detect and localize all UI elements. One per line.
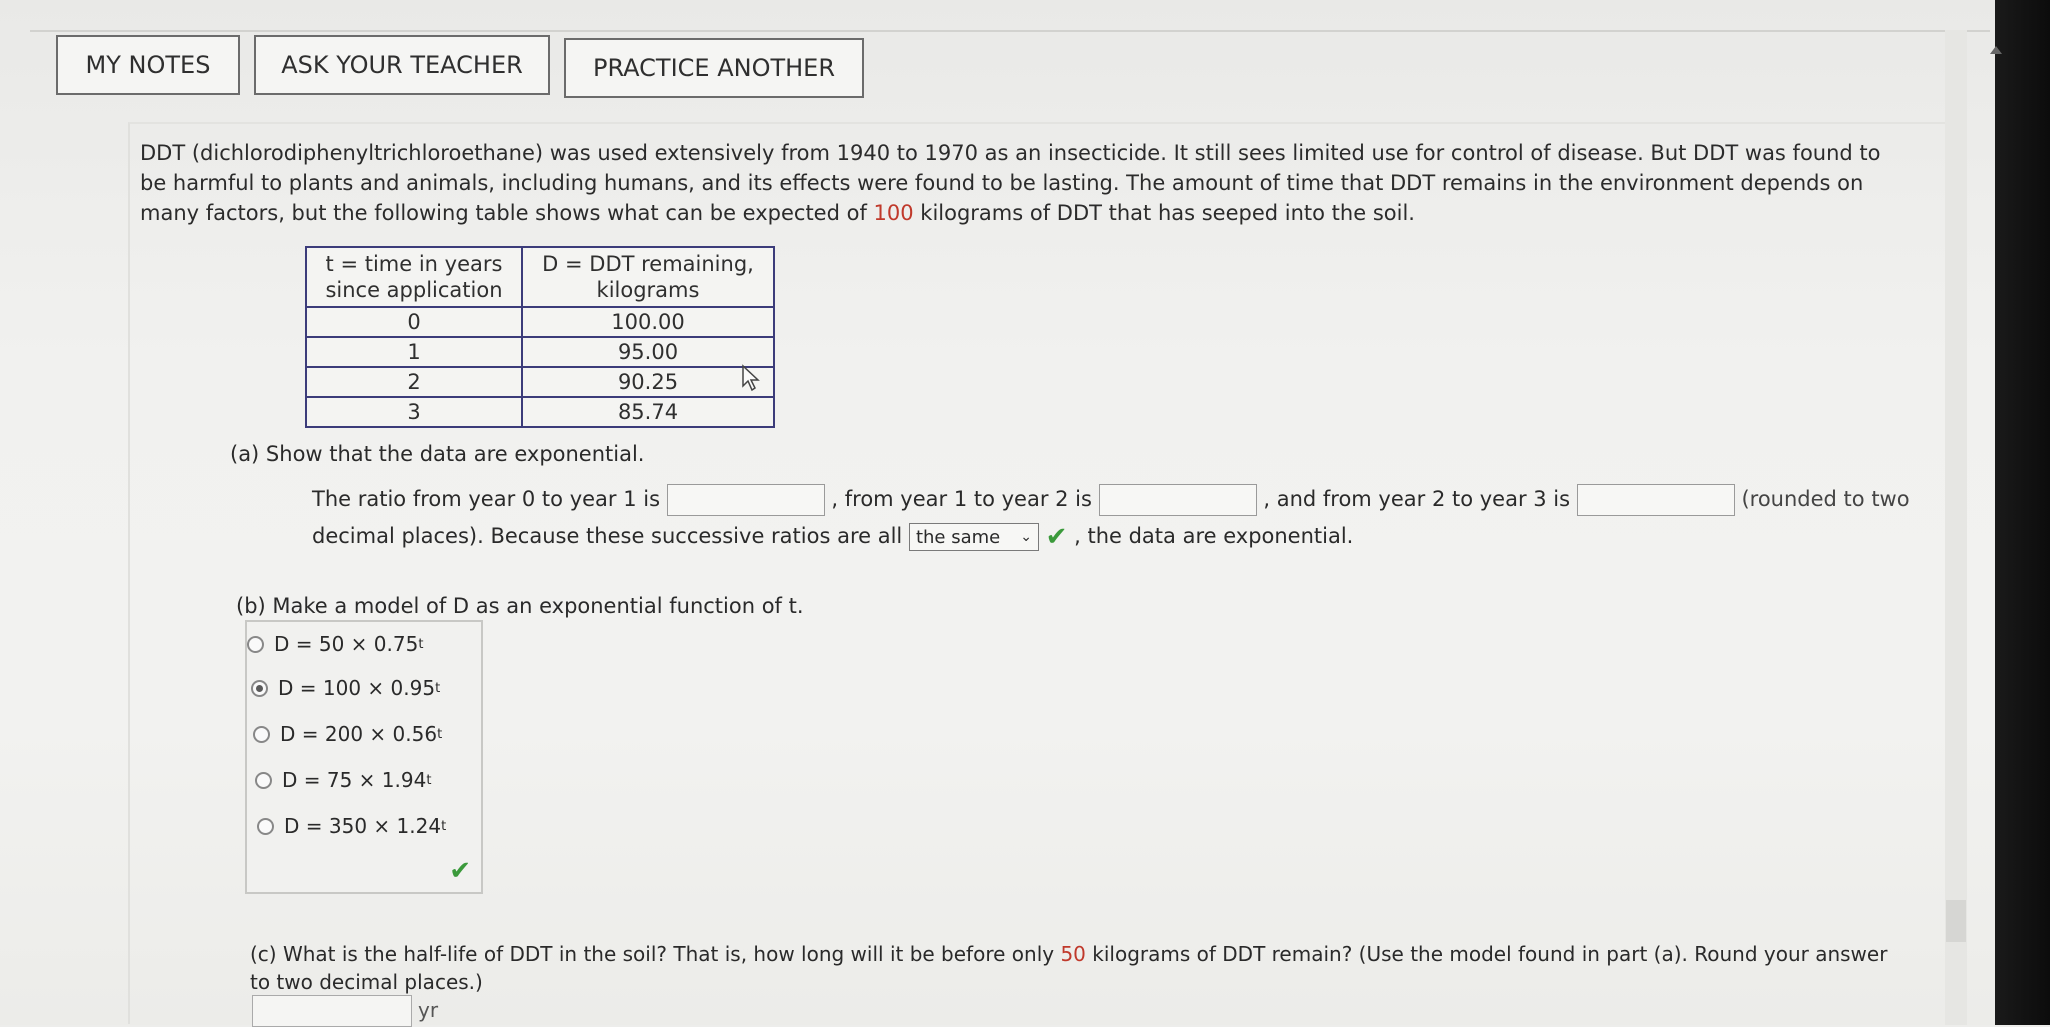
table-row: 0 100.00 xyxy=(305,306,775,338)
part-a-line-2: decimal places). Because these successiv… xyxy=(312,522,1354,552)
part-a-title: (a) Show that the data are exponential. xyxy=(230,442,645,466)
radio-button[interactable] xyxy=(257,817,274,835)
model-option[interactable]: D = 100 × 0.95 t xyxy=(251,676,440,700)
ratio-0-1-input[interactable] xyxy=(666,484,825,516)
model-option[interactable]: D = 350 × 1.24 t xyxy=(257,814,446,838)
practice-another-button[interactable]: PRACTICE ANOTHER xyxy=(564,38,864,98)
scrollbar[interactable] xyxy=(1945,30,1967,1025)
intro-amount: 100 xyxy=(873,201,914,225)
scrollbar-thumb[interactable] xyxy=(1946,900,1966,942)
table-header-d: D = DDT remaining, kilograms xyxy=(521,246,775,308)
part-b-title: (b) Make a model of D as an exponential … xyxy=(236,594,804,618)
half-life-input[interactable] xyxy=(252,995,412,1027)
checkmark-icon: ✔ xyxy=(1045,522,1068,552)
ratio-comparison-select[interactable]: the same ⌄ xyxy=(908,523,1039,551)
radio-button[interactable] xyxy=(253,725,270,743)
ratio-1-2-input[interactable] xyxy=(1098,484,1257,516)
checkmark-icon: ✔ xyxy=(449,856,471,886)
part-c-text: (c) What is the half-life of DDT in the … xyxy=(250,942,1888,994)
my-notes-button[interactable]: MY NOTES xyxy=(56,35,240,95)
model-option[interactable]: D = 200 × 0.56 t xyxy=(253,722,442,746)
screen-bezel xyxy=(1995,0,2050,1025)
part-a-line-1: The ratio from year 0 to year 1 is , fro… xyxy=(312,484,1910,516)
intro-paragraph: DDT (dichlorodiphenyltrichloroethane) wa… xyxy=(140,141,1881,225)
unit-label: yr xyxy=(418,998,439,1022)
table-row: 1 95.00 xyxy=(305,336,775,368)
ddt-table: t = time in years since application D = D… xyxy=(305,246,775,428)
model-option[interactable]: D = 50 × 0.75 t xyxy=(247,632,423,656)
radio-button[interactable] xyxy=(255,771,272,789)
table-row: 2 90.25 xyxy=(305,366,775,398)
radio-button[interactable] xyxy=(247,635,264,653)
ask-your-teacher-button[interactable]: ASK YOUR TEACHER xyxy=(254,35,550,95)
table-header-t: t = time in years since application xyxy=(305,246,523,308)
table-row: 3 85.74 xyxy=(305,396,775,428)
model-options: D = 50 × 0.75 t D = 100 × 0.95 t D = 200 ×… xyxy=(245,620,483,894)
mouse-cursor-icon xyxy=(742,364,760,392)
radio-button-selected[interactable] xyxy=(251,679,268,697)
top-divider xyxy=(30,30,1990,32)
ratio-2-3-input[interactable] xyxy=(1576,484,1735,516)
model-option[interactable]: D = 75 × 1.94 t xyxy=(255,768,431,792)
scroll-up-icon[interactable] xyxy=(1990,46,2002,54)
chevron-down-icon: ⌄ xyxy=(1020,529,1032,545)
page: MY NOTES ASK YOUR TEACHER PRACTICE ANOTH… xyxy=(0,0,2050,1027)
